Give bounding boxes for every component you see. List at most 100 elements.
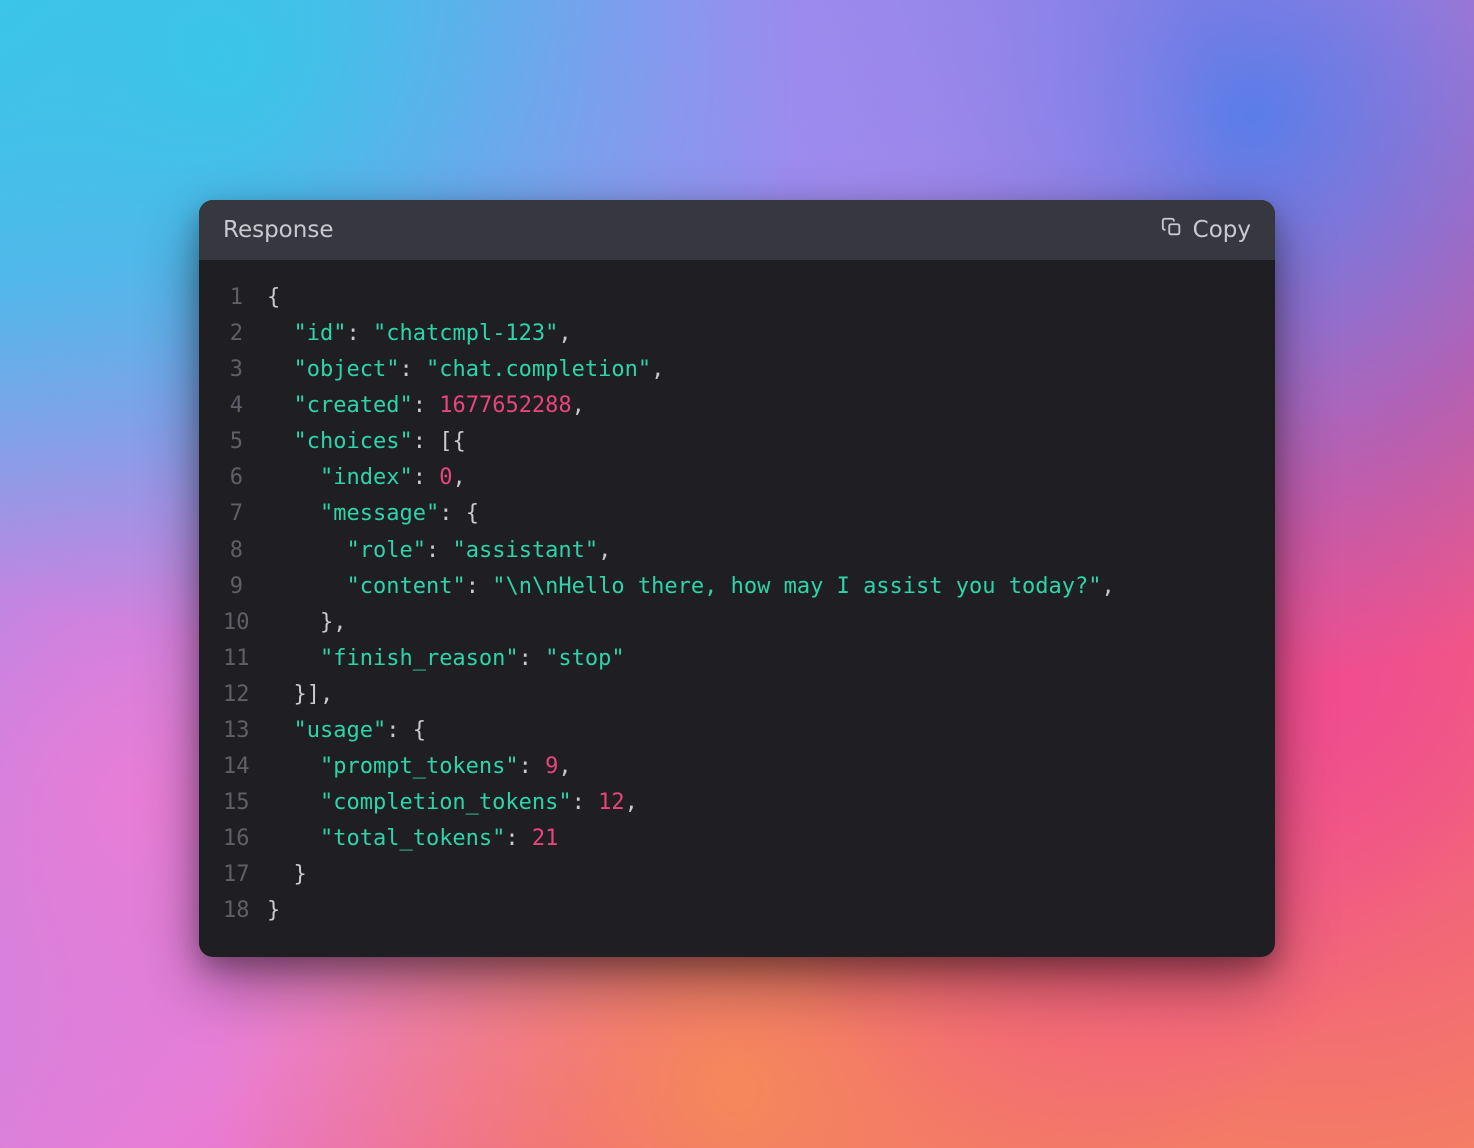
code-token: ,	[572, 393, 585, 418]
line-number: 13	[223, 713, 267, 749]
header-title: Response	[223, 217, 333, 243]
line-number: 5	[223, 424, 267, 460]
line-content: {	[267, 280, 1251, 316]
line-number: 7	[223, 496, 267, 532]
code-token	[267, 393, 294, 418]
copy-button[interactable]: Copy	[1161, 216, 1251, 244]
line-number: 10	[223, 605, 267, 641]
code-line: 17 }	[223, 857, 1251, 893]
line-content: },	[267, 605, 1251, 641]
line-content: "prompt_tokens": 9,	[267, 749, 1251, 785]
code-token: 12	[598, 790, 625, 815]
code-token	[267, 790, 320, 815]
line-content: "choices": [{	[267, 424, 1251, 460]
line-number: 8	[223, 533, 267, 569]
code-token: 1677652288	[439, 393, 571, 418]
code-token	[267, 718, 294, 743]
line-number: 18	[223, 893, 267, 929]
code-line: 12 }],	[223, 677, 1251, 713]
line-number: 3	[223, 352, 267, 388]
line-number: 17	[223, 857, 267, 893]
line-number: 11	[223, 641, 267, 677]
code-line: 18}	[223, 893, 1251, 929]
line-number: 12	[223, 677, 267, 713]
code-token: "created"	[294, 393, 413, 418]
code-token: :	[399, 357, 426, 382]
code-token	[267, 538, 346, 563]
code-token: "usage"	[294, 718, 387, 743]
code-token: ,	[452, 465, 465, 490]
line-number: 6	[223, 460, 267, 496]
code-token: :	[572, 790, 599, 815]
code-token: ,	[625, 790, 638, 815]
code-token: :	[519, 646, 546, 671]
code-token: 0	[439, 465, 452, 490]
code-token: "completion_tokens"	[320, 790, 572, 815]
code-token: :	[413, 393, 440, 418]
line-content: "usage": {	[267, 713, 1251, 749]
code-token: :	[519, 754, 546, 779]
code-token: "chat.completion"	[426, 357, 651, 382]
line-content: "object": "chat.completion",	[267, 352, 1251, 388]
code-token: "role"	[346, 538, 425, 563]
code-line: 2 "id": "chatcmpl-123",	[223, 316, 1251, 352]
code-body[interactable]: 1{2 "id": "chatcmpl-123",3 "object": "ch…	[199, 260, 1275, 957]
code-token: "total_tokens"	[320, 826, 505, 851]
copy-icon	[1161, 216, 1183, 244]
line-content: "total_tokens": 21	[267, 821, 1251, 857]
code-token: ,	[598, 538, 611, 563]
code-line: 16 "total_tokens": 21	[223, 821, 1251, 857]
code-token: "content"	[346, 574, 465, 599]
code-token: "chatcmpl-123"	[373, 321, 558, 346]
line-number: 14	[223, 749, 267, 785]
code-token: :	[426, 538, 453, 563]
code-token: "assistant"	[452, 538, 598, 563]
code-token	[267, 826, 320, 851]
code-token: ,	[558, 321, 571, 346]
code-token: {	[267, 285, 280, 310]
line-content: "id": "chatcmpl-123",	[267, 316, 1251, 352]
code-line: 11 "finish_reason": "stop"	[223, 641, 1251, 677]
code-token: :	[466, 574, 493, 599]
code-token: },	[267, 610, 346, 635]
line-number: 9	[223, 569, 267, 605]
code-token: 9	[545, 754, 558, 779]
code-line: 14 "prompt_tokens": 9,	[223, 749, 1251, 785]
code-token	[267, 754, 320, 779]
line-content: "completion_tokens": 12,	[267, 785, 1251, 821]
code-token: :	[505, 826, 532, 851]
code-token	[267, 501, 320, 526]
code-token: }],	[267, 682, 333, 707]
code-line: 10 },	[223, 605, 1251, 641]
code-line: 3 "object": "chat.completion",	[223, 352, 1251, 388]
code-token: : {	[386, 718, 426, 743]
code-line: 7 "message": {	[223, 496, 1251, 532]
code-line: 1{	[223, 280, 1251, 316]
code-token: :	[413, 465, 440, 490]
code-token: }	[267, 862, 307, 887]
code-line: 15 "completion_tokens": 12,	[223, 785, 1251, 821]
code-line: 5 "choices": [{	[223, 424, 1251, 460]
line-content: }	[267, 893, 1251, 929]
line-number: 4	[223, 388, 267, 424]
code-token	[267, 574, 346, 599]
code-token	[267, 465, 320, 490]
code-token: 21	[532, 826, 559, 851]
code-token: ,	[1101, 574, 1114, 599]
code-token: }	[267, 898, 280, 923]
code-token: "message"	[320, 501, 439, 526]
line-content: "content": "\n\nHello there, how may I a…	[267, 569, 1251, 605]
code-token: "id"	[294, 321, 347, 346]
code-token: :	[346, 321, 373, 346]
line-content: "created": 1677652288,	[267, 388, 1251, 424]
line-content: }	[267, 857, 1251, 893]
code-token	[267, 646, 320, 671]
line-content: }],	[267, 677, 1251, 713]
line-content: "role": "assistant",	[267, 533, 1251, 569]
code-token	[267, 321, 294, 346]
line-content: "finish_reason": "stop"	[267, 641, 1251, 677]
code-token	[267, 429, 294, 454]
code-token: "finish_reason"	[320, 646, 519, 671]
code-token: ,	[558, 754, 571, 779]
line-number: 15	[223, 785, 267, 821]
